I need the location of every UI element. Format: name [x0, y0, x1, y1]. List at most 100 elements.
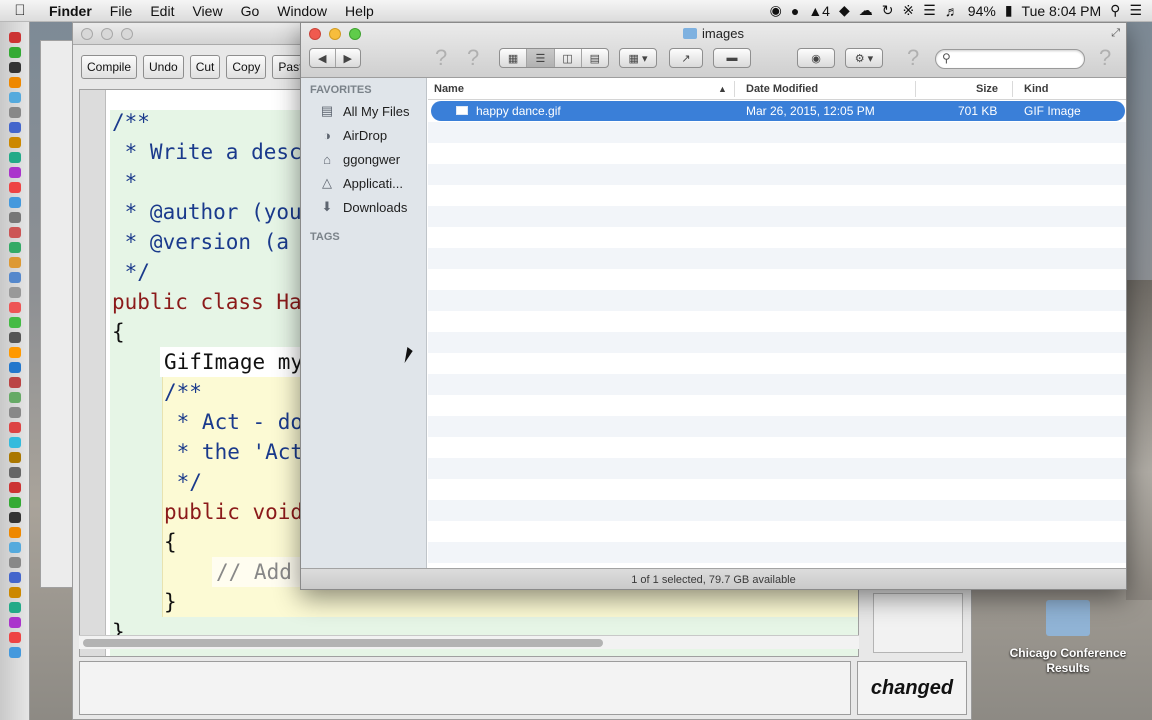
dock-app-icon[interactable]	[9, 167, 21, 178]
dock-app-icon[interactable]	[9, 242, 21, 253]
back-button[interactable]: ◀	[310, 49, 336, 67]
dock-app-icon[interactable]	[9, 227, 21, 238]
dock-app-icon[interactable]	[9, 347, 21, 358]
dock-app-icon[interactable]	[9, 392, 21, 403]
editor-zoom-button[interactable]	[121, 28, 133, 40]
dock-app-icon[interactable]	[9, 77, 21, 88]
share-button[interactable]: ↗	[669, 48, 703, 68]
action-menu-button[interactable]: ⚙ ▾	[845, 48, 883, 68]
column-divider[interactable]	[1012, 81, 1013, 97]
sidebar-item-all-my-files[interactable]: ▤ All My Files	[317, 101, 410, 121]
dock-app-icon[interactable]	[9, 632, 21, 643]
dock-app-icon[interactable]	[9, 482, 21, 493]
cut-button[interactable]: Cut	[189, 55, 221, 79]
notification-center-icon[interactable]: ☰	[1129, 2, 1142, 19]
copy-button[interactable]: Copy	[226, 55, 267, 79]
dock-app-icon[interactable]	[9, 362, 21, 373]
column-kind[interactable]: Kind	[1024, 83, 1048, 95]
column-date-modified[interactable]: Date Modified	[746, 83, 818, 95]
dock-app-icon[interactable]	[9, 287, 21, 298]
column-divider[interactable]	[915, 81, 916, 97]
menu-window[interactable]: Window	[268, 3, 336, 19]
sidebar-item-downloads[interactable]: ⬇ Downloads	[317, 197, 408, 217]
column-divider[interactable]	[734, 81, 735, 97]
file-row[interactable]: happy dance.gif Mar 26, 2015, 12:05 PM 7…	[431, 101, 1125, 121]
column-view-icon[interactable]: ◫	[555, 49, 582, 67]
clock[interactable]: Tue 8:04 PM	[1022, 3, 1102, 19]
dock-app-icon[interactable]	[9, 107, 21, 118]
evernote-icon[interactable]: ●	[791, 3, 799, 19]
sidebar-item-home[interactable]: ⌂ ggongwer	[317, 149, 400, 169]
sidebar-item-applications[interactable]: △ Applicati...	[317, 173, 403, 193]
desktop-folder-label[interactable]: Chicago Conference Results	[1000, 646, 1136, 676]
dock-app-icon[interactable]	[9, 377, 21, 388]
dock-app-icon[interactable]	[9, 452, 21, 463]
menu-view[interactable]: View	[183, 3, 231, 19]
sort-ascending-icon[interactable]: ▲	[718, 84, 727, 94]
dock-app-icon[interactable]	[9, 407, 21, 418]
editor-minimize-button[interactable]	[101, 28, 113, 40]
dock-app-icon[interactable]	[9, 527, 21, 538]
menu-app-name[interactable]: Finder	[40, 3, 101, 19]
dock-app-icon[interactable]	[9, 62, 21, 73]
arrange-button[interactable]: ▦ ▾	[619, 48, 657, 68]
menu-go[interactable]: Go	[232, 3, 269, 19]
missing-icon[interactable]: ?	[435, 45, 447, 71]
dock-app-icon[interactable]	[9, 587, 21, 598]
missing-icon[interactable]: ?	[467, 45, 479, 71]
bluetooth-icon[interactable]: ※	[902, 2, 914, 19]
dropbox-icon[interactable]: ◆	[839, 2, 850, 19]
menu-edit[interactable]: Edit	[141, 3, 183, 19]
dock-app-icon[interactable]	[9, 467, 21, 478]
dock-app-icon[interactable]	[9, 497, 21, 508]
desktop-folder-icon[interactable]	[1046, 600, 1090, 636]
battery-icon[interactable]: ▮	[1005, 2, 1013, 19]
cover-flow-icon[interactable]: ▤	[582, 49, 608, 67]
dock-app-icon[interactable]	[9, 272, 21, 283]
dock-app-icon[interactable]	[9, 317, 21, 328]
dock-app-icon[interactable]	[9, 332, 21, 343]
dock-app-icon[interactable]	[9, 137, 21, 148]
scrollbar-thumb[interactable]	[83, 639, 603, 647]
dock-app-icon[interactable]	[9, 32, 21, 43]
forward-button[interactable]: ▶	[336, 49, 361, 67]
dock-app-icon[interactable]	[9, 182, 21, 193]
icon-view-icon[interactable]: ▦	[500, 49, 528, 67]
dock-app-icon[interactable]	[9, 152, 21, 163]
column-name[interactable]: Name	[434, 83, 464, 95]
menu-file[interactable]: File	[101, 3, 142, 19]
dock-app-icon[interactable]	[9, 122, 21, 133]
quick-look-button[interactable]: ◉	[797, 48, 835, 68]
time-machine-icon[interactable]: ↻	[882, 2, 894, 19]
dock-app-icon[interactable]	[9, 572, 21, 583]
record-icon[interactable]: ◉	[770, 2, 782, 19]
compile-button[interactable]: Compile	[81, 55, 138, 79]
search-input[interactable]: ⚲	[935, 49, 1085, 69]
spotlight-icon[interactable]: ⚲	[1110, 2, 1120, 19]
apple-menu-icon[interactable]: 	[0, 2, 40, 19]
dock-app-icon[interactable]	[9, 542, 21, 553]
dock-app-icon[interactable]	[9, 47, 21, 58]
dock-app-icon[interactable]	[9, 212, 21, 223]
dock-app-icon[interactable]	[9, 302, 21, 313]
menu-help[interactable]: Help	[336, 3, 383, 19]
dock-app-icon[interactable]	[9, 647, 21, 658]
battery-percent[interactable]: 94%	[968, 3, 996, 19]
dock-app-icon[interactable]	[9, 92, 21, 103]
dock-app-icon[interactable]	[9, 602, 21, 613]
fullscreen-icon[interactable]: ⤢	[1111, 27, 1120, 40]
sidebar-item-airdrop[interactable]: ◑ AirDrop	[317, 125, 387, 145]
dock-app-icon[interactable]	[9, 257, 21, 268]
editor-close-button[interactable]	[81, 28, 93, 40]
wifi-icon[interactable]: ☰	[923, 2, 936, 19]
missing-icon[interactable]: ?	[1099, 45, 1111, 71]
tags-button[interactable]: ▬	[713, 48, 751, 68]
column-size[interactable]: Size	[976, 83, 998, 95]
list-view-icon[interactable]: ☰	[527, 49, 555, 67]
horizontal-scrollbar[interactable]	[79, 635, 859, 649]
dock-app-icon[interactable]	[9, 512, 21, 523]
missing-icon[interactable]: ?	[907, 45, 919, 71]
dock-app-icon[interactable]	[9, 557, 21, 568]
dock-app-icon[interactable]	[9, 437, 21, 448]
dock-app-icon[interactable]	[9, 197, 21, 208]
